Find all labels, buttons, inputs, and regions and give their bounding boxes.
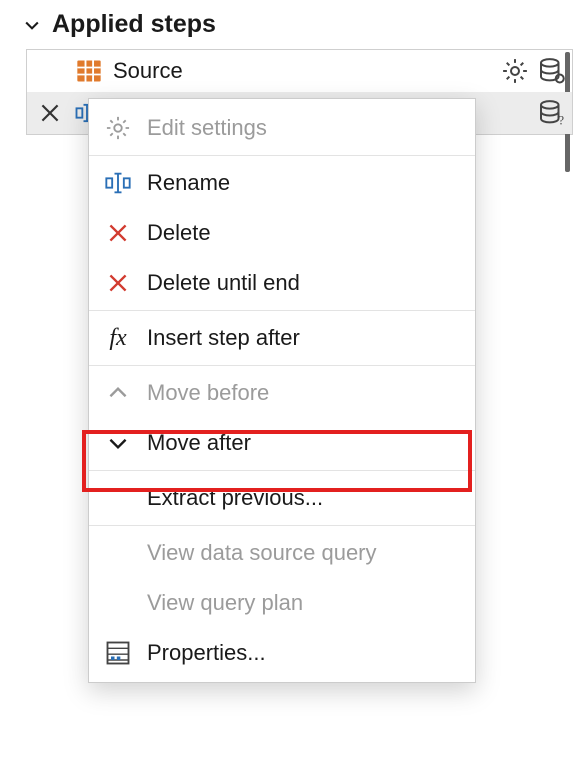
chevron-down-icon [22,15,42,35]
rename-icon [103,168,133,198]
applied-steps-header[interactable]: Applied steps [22,6,585,49]
fx-icon: fx [103,323,133,353]
menu-move-before: Move before [89,368,475,418]
menu-delete-until-end[interactable]: Delete until end [89,258,475,308]
menu-label: Delete [147,220,211,246]
chevron-up-icon [103,378,133,408]
database-question-icon[interactable]: ? [536,98,566,128]
context-menu: Edit settings Rename Delete [88,98,476,683]
menu-label: Move after [147,430,251,456]
delete-icon [103,268,133,298]
no-icon [103,588,133,618]
menu-label: Move before [147,380,269,406]
no-icon [103,483,133,513]
step-row-source[interactable]: Source [27,50,572,92]
gear-icon [103,113,133,143]
delete-step-icon[interactable] [37,100,63,126]
no-icon [103,538,133,568]
menu-move-after[interactable]: Move after [89,418,475,468]
menu-insert-step-after[interactable]: fx Insert step after [89,313,475,363]
menu-label: Edit settings [147,115,267,141]
menu-label: Delete until end [147,270,300,296]
menu-rename[interactable]: Rename [89,158,475,208]
menu-extract-previous[interactable]: Extract previous... [89,473,475,523]
gear-icon[interactable] [500,56,530,86]
menu-properties[interactable]: Properties... [89,628,475,678]
menu-view-data-source-query: View data source query [89,528,475,578]
chevron-down-icon [103,428,133,458]
menu-edit-settings: Edit settings [89,103,475,153]
table-icon [75,57,103,85]
menu-view-query-plan: View query plan [89,578,475,628]
menu-label: View data source query [147,540,377,566]
delete-icon [103,218,133,248]
panel-title: Applied steps [52,10,216,39]
menu-label: Extract previous... [147,485,323,511]
properties-icon [103,638,133,668]
menu-label: Insert step after [147,325,300,351]
step-label: Source [113,58,490,84]
menu-delete[interactable]: Delete [89,208,475,258]
svg-text:?: ? [559,113,565,127]
database-icon[interactable] [536,56,566,86]
menu-label: View query plan [147,590,303,616]
menu-label: Rename [147,170,230,196]
menu-label: Properties... [147,640,266,666]
